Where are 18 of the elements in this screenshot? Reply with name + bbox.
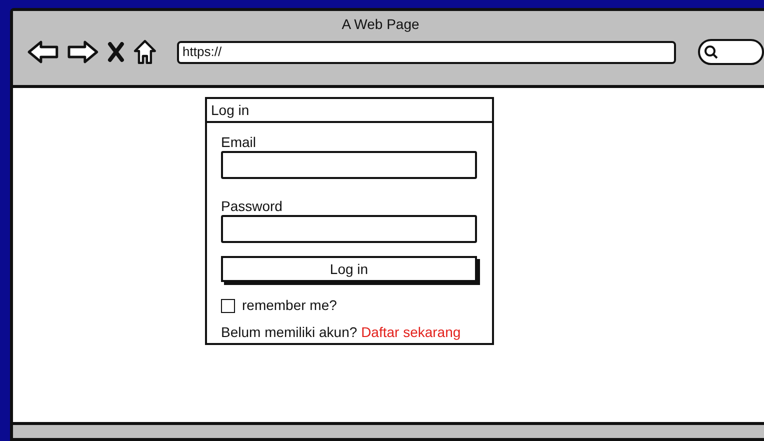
window-title: A Web Page (340, 15, 420, 34)
checkbox-label: remember me? (242, 296, 337, 315)
login-button[interactable]: Log in (221, 256, 477, 282)
checkbox[interactable] (221, 298, 235, 312)
back-icon[interactable] (27, 40, 59, 64)
search-field[interactable] (698, 39, 764, 65)
close-icon[interactable] (106, 42, 125, 62)
field-label: Password (221, 198, 284, 214)
input-field[interactable] (221, 215, 477, 243)
signup-text: Belum memiliki akun? Daftar sekarang (221, 323, 462, 342)
field-label: Email (221, 134, 258, 150)
home-icon[interactable] (132, 39, 157, 65)
signup-link[interactable]: Daftar sekarang (361, 324, 461, 340)
address-bar[interactable]: https:// (176, 40, 676, 64)
input-field[interactable] (221, 151, 477, 179)
search-icon (704, 45, 718, 59)
panel-title: Log in (207, 99, 492, 123)
forward-icon[interactable] (66, 40, 99, 64)
